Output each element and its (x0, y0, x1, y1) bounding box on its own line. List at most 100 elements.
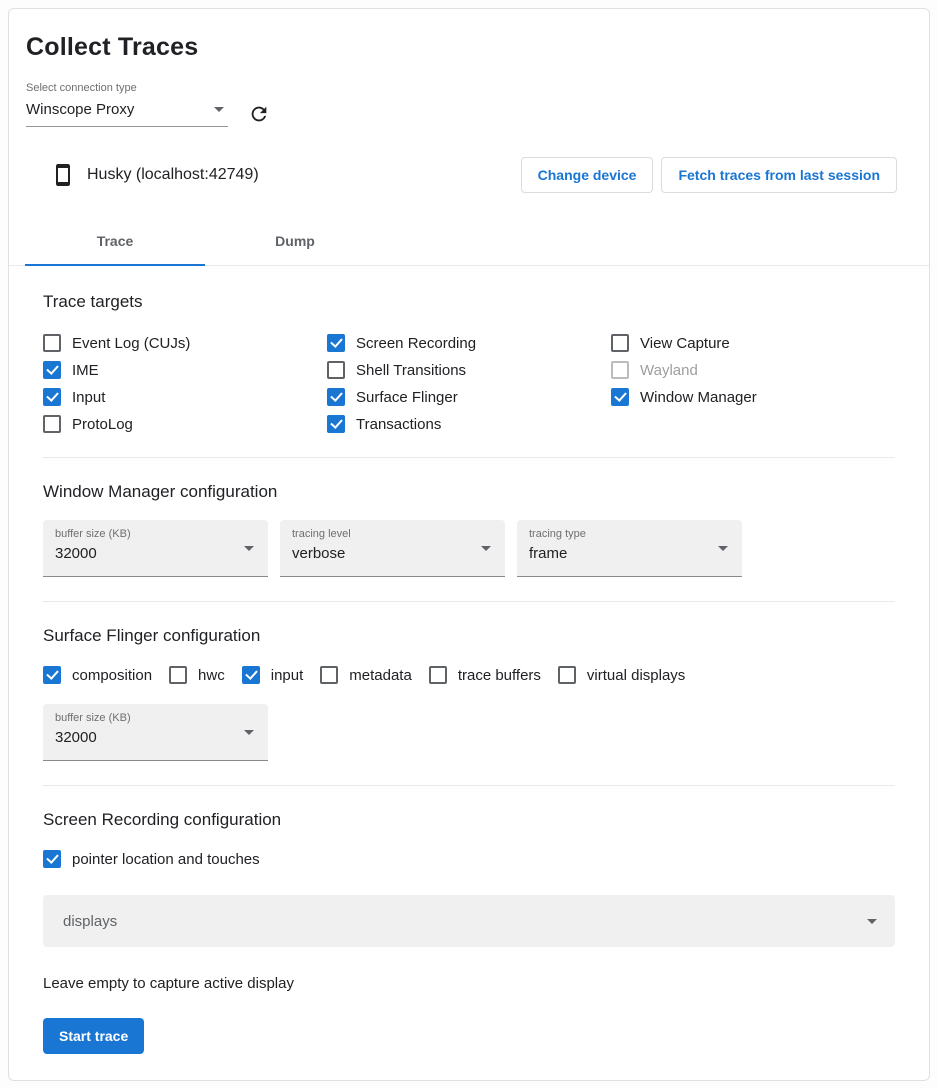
connection-type-label: Select connection type (26, 82, 912, 94)
checkbox-box (611, 361, 629, 379)
window-manager-config-section: Window Manager configuration buffer size… (9, 482, 929, 577)
checkbox-box[interactable] (327, 415, 345, 433)
checkbox-label: Event Log (CUJs) (72, 335, 190, 352)
checkbox-label: composition (72, 667, 152, 684)
checkbox-view-capture[interactable]: View Capture (611, 334, 895, 352)
chevron-down-icon (244, 546, 254, 551)
divider (43, 457, 895, 458)
checkbox-window-manager[interactable]: Window Manager (611, 388, 895, 406)
displays-hint-text: Leave empty to capture active display (43, 975, 895, 992)
select-displays-placeholder: displays (63, 913, 117, 930)
field-value: 32000 (55, 545, 254, 562)
trace-targets-col-3: View Capture Wayland Window Manager (611, 334, 895, 433)
field-value: 32000 (55, 729, 254, 746)
checkbox-box[interactable] (43, 334, 61, 352)
field-label: tracing type (529, 528, 728, 540)
select-wm-tracing-level[interactable]: tracing level verbose (280, 520, 505, 577)
checkbox-sf-input[interactable]: input (242, 666, 304, 684)
checkbox-label: Input (72, 389, 105, 406)
checkbox-box[interactable] (169, 666, 187, 684)
checkbox-ime[interactable]: IME (43, 361, 327, 379)
tab-trace-label: Trace (97, 233, 134, 249)
checkbox-box[interactable] (327, 361, 345, 379)
field-label: buffer size (KB) (55, 528, 254, 540)
divider (43, 601, 895, 602)
checkbox-label: hwc (198, 667, 225, 684)
checkbox-pointer-location[interactable]: pointer location and touches (43, 850, 260, 868)
checkbox-box[interactable] (327, 388, 345, 406)
checkbox-box[interactable] (611, 334, 629, 352)
checkbox-label: Transactions (356, 416, 441, 433)
field-value: verbose (292, 545, 491, 562)
page-title: Collect Traces (26, 33, 912, 62)
checkbox-label: Surface Flinger (356, 389, 458, 406)
connection-row: Winscope Proxy (26, 101, 912, 127)
checkbox-box[interactable] (43, 361, 61, 379)
fetch-traces-button[interactable]: Fetch traces from last session (661, 157, 897, 193)
window-manager-config-fields: buffer size (KB) 32000 tracing level ver… (43, 520, 895, 577)
window-manager-config-title: Window Manager configuration (43, 482, 895, 502)
tab-dump-label: Dump (275, 233, 315, 249)
trace-targets-section: Trace targets Event Log (CUJs) IME Input (9, 292, 929, 433)
checkbox-box[interactable] (43, 850, 61, 868)
checkbox-hwc[interactable]: hwc (169, 666, 225, 684)
checkbox-box[interactable] (320, 666, 338, 684)
checkbox-box[interactable] (242, 666, 260, 684)
surface-flinger-config-title: Surface Flinger configuration (43, 626, 895, 646)
checkbox-box[interactable] (43, 388, 61, 406)
checkbox-box[interactable] (429, 666, 447, 684)
select-wm-buffer-size[interactable]: buffer size (KB) 32000 (43, 520, 268, 577)
screen-recording-config-section: Screen Recording configuration pointer l… (9, 810, 929, 1054)
checkbox-box[interactable] (43, 666, 61, 684)
checkbox-label: metadata (349, 667, 412, 684)
checkbox-transactions[interactable]: Transactions (327, 415, 611, 433)
checkbox-label: IME (72, 362, 99, 379)
checkbox-box[interactable] (327, 334, 345, 352)
checkbox-virtual-displays[interactable]: virtual displays (558, 666, 685, 684)
chevron-down-icon (214, 107, 224, 112)
checkbox-label: ProtoLog (72, 416, 133, 433)
start-trace-button[interactable]: Start trace (43, 1018, 144, 1054)
chevron-down-icon (867, 919, 877, 924)
tab-dump[interactable]: Dump (205, 217, 385, 265)
tab-trace[interactable]: Trace (25, 217, 205, 265)
checkbox-event-log-cujs[interactable]: Event Log (CUJs) (43, 334, 327, 352)
refresh-icon (248, 103, 270, 125)
checkbox-label: virtual displays (587, 667, 685, 684)
checkbox-composition[interactable]: composition (43, 666, 152, 684)
checkbox-label: Shell Transitions (356, 362, 466, 379)
field-value: frame (529, 545, 728, 562)
checkbox-surface-flinger[interactable]: Surface Flinger (327, 388, 611, 406)
select-sf-buffer-size[interactable]: buffer size (KB) 32000 (43, 704, 268, 761)
checkbox-label: pointer location and touches (72, 851, 260, 868)
checkbox-label: Window Manager (640, 389, 757, 406)
checkbox-input[interactable]: Input (43, 388, 327, 406)
smartphone-icon (51, 163, 75, 187)
trace-targets-grid: Event Log (CUJs) IME Input ProtoLog (43, 334, 895, 433)
checkbox-wayland: Wayland (611, 361, 895, 379)
checkbox-box[interactable] (558, 666, 576, 684)
trace-targets-col-1: Event Log (CUJs) IME Input ProtoLog (43, 334, 327, 433)
connection-type-value: Winscope Proxy (26, 101, 134, 118)
surface-flinger-config-section: Surface Flinger configuration compositio… (9, 626, 929, 761)
checkbox-box[interactable] (611, 388, 629, 406)
select-displays[interactable]: displays (43, 895, 895, 947)
checkbox-protolog[interactable]: ProtoLog (43, 415, 327, 433)
chevron-down-icon (481, 546, 491, 551)
checkbox-box[interactable] (43, 415, 61, 433)
change-device-button[interactable]: Change device (521, 157, 654, 193)
chevron-down-icon (718, 546, 728, 551)
checkbox-trace-buffers[interactable]: trace buffers (429, 666, 541, 684)
checkbox-screen-recording[interactable]: Screen Recording (327, 334, 611, 352)
checkbox-label: Wayland (640, 362, 698, 379)
connection-type-select[interactable]: Winscope Proxy (26, 101, 228, 127)
refresh-button[interactable] (246, 101, 272, 127)
tab-bar: Trace Dump (9, 217, 929, 266)
checkbox-shell-transitions[interactable]: Shell Transitions (327, 361, 611, 379)
surface-flinger-checkboxes: composition hwc input metadata trace buf… (43, 666, 895, 684)
checkbox-label: Screen Recording (356, 335, 476, 352)
field-label: tracing level (292, 528, 491, 540)
select-wm-tracing-type[interactable]: tracing type frame (517, 520, 742, 577)
checkbox-label: View Capture (640, 335, 730, 352)
checkbox-metadata[interactable]: metadata (320, 666, 412, 684)
